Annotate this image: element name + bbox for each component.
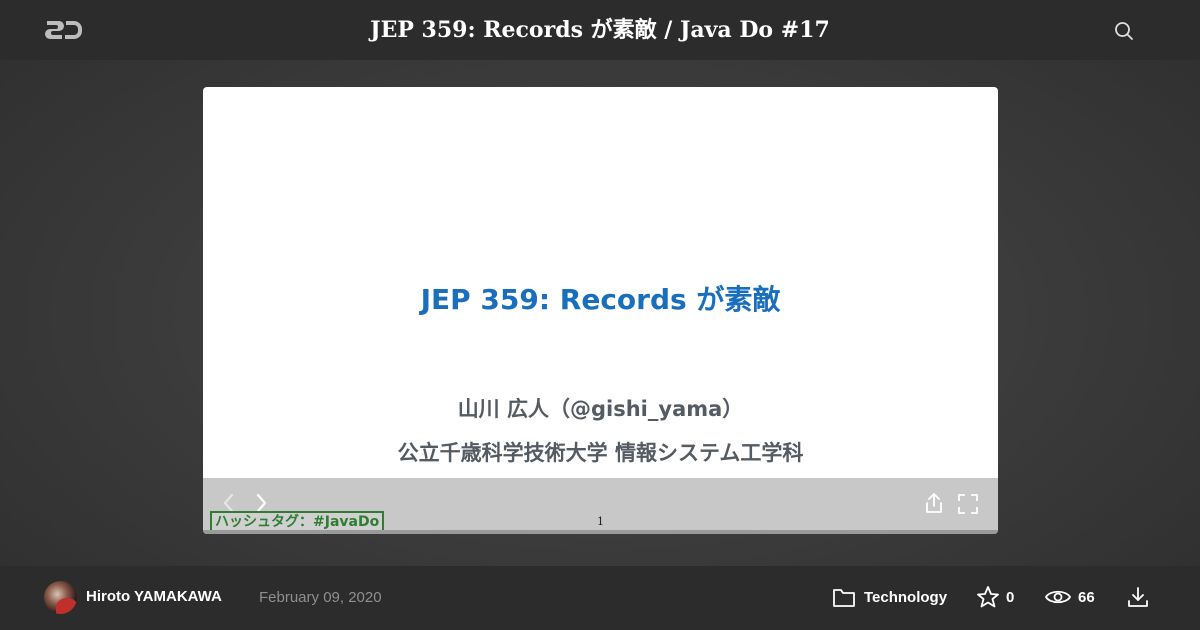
slide-progress-bar[interactable] [203,530,998,534]
slide-title: JEP 359: Records が素敵 [420,283,781,316]
share-icon[interactable] [923,491,945,515]
view-count: 66 [1078,589,1095,606]
speakerdeck-logo[interactable] [44,17,84,43]
page: JEP 359: Records が素敵 / Java Do #17 JEP 3… [0,0,1200,630]
eye-icon [1045,590,1071,604]
publish-date: February 09, 2020 [259,589,382,606]
top-bar: JEP 359: Records が素敵 / Java Do #17 [0,0,1200,60]
download-icon[interactable] [1126,585,1150,609]
bottom-bar: Hiroto YAMAKAWA February 09, 2020 Techno… [0,566,1200,630]
search-icon[interactable] [1113,20,1135,42]
folder-icon [833,589,855,607]
slide-page-number: 1 [597,515,604,528]
star-icon[interactable] [976,585,1000,609]
category-link[interactable]: Technology [864,589,947,606]
deck-title: JEP 359: Records が素敵 / Java Do #17 [370,17,830,43]
star-count: 0 [1006,589,1015,606]
author-name[interactable]: Hiroto YAMAKAWA [86,588,222,605]
slide-controls: ハッシュタグ：#JavaDo 1 [203,478,998,534]
slide-affiliation: 公立千歳科学技術大学 情報システム工学科 [397,441,804,465]
slide-author: 山川 広人（@gishi_yama） [457,397,744,421]
slide-viewer[interactable]: JEP 359: Records が素敵 山川 広人（@gishi_yama） … [203,87,998,534]
fullscreen-icon[interactable] [957,493,979,515]
avatar[interactable] [44,581,77,614]
